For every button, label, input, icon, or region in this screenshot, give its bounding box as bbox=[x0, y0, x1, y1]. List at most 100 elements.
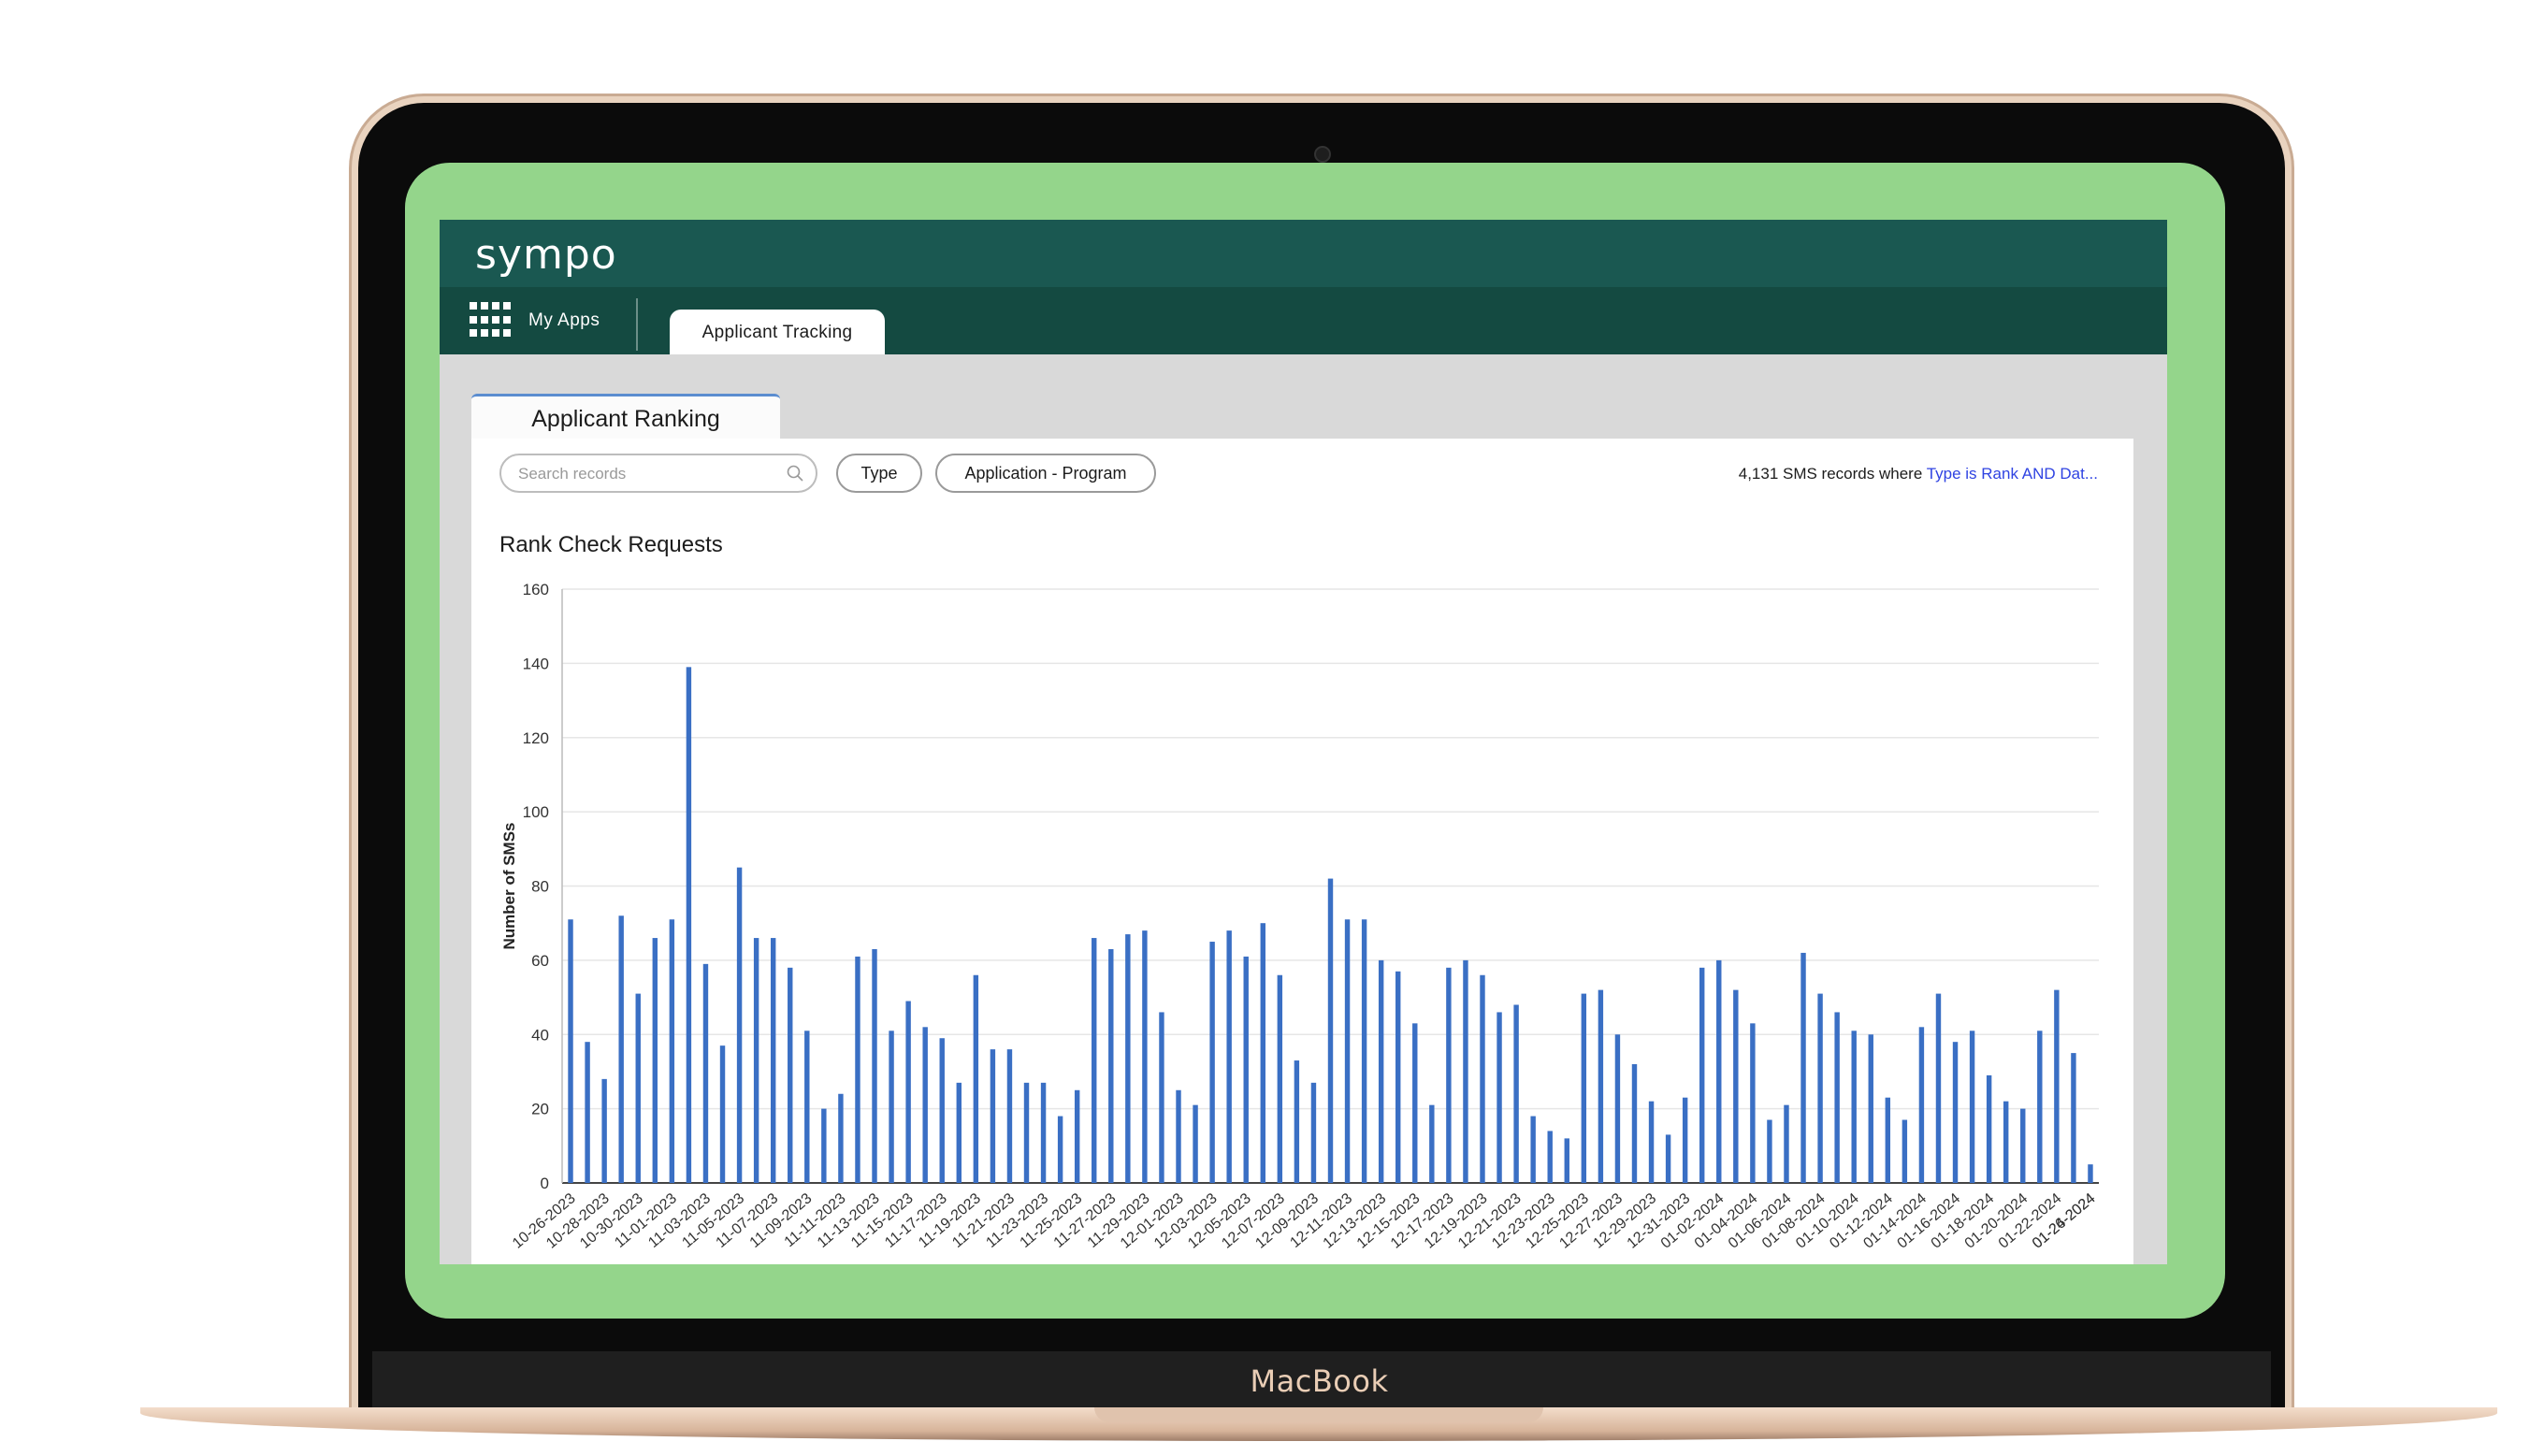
y-tick-label: 40 bbox=[531, 1026, 549, 1044]
report-panel: Type Application - Program 4,131 SMS rec… bbox=[471, 439, 2133, 1264]
bar bbox=[1733, 989, 1739, 1183]
bar bbox=[990, 1049, 996, 1183]
sympo-logo[interactable]: sympo bbox=[475, 231, 617, 279]
bar bbox=[838, 1093, 844, 1183]
bar bbox=[1378, 959, 1384, 1183]
nav-divider bbox=[636, 298, 638, 351]
bar bbox=[2071, 1053, 2076, 1183]
bar bbox=[905, 1001, 911, 1183]
bar bbox=[1935, 993, 1942, 1183]
y-tick-label: 60 bbox=[531, 952, 549, 970]
bar bbox=[1429, 1104, 1435, 1183]
bar bbox=[1902, 1119, 1908, 1183]
application-program-filter-chip[interactable]: Application - Program bbox=[935, 454, 1156, 493]
bar bbox=[1243, 956, 1249, 1183]
type-filter-chip[interactable]: Type bbox=[836, 454, 922, 493]
bar bbox=[1530, 1116, 1536, 1183]
tab-applicant-ranking[interactable]: Applicant Ranking bbox=[471, 394, 780, 441]
bar bbox=[956, 1082, 962, 1183]
y-tick-label: 160 bbox=[523, 581, 549, 598]
bar bbox=[1716, 959, 1722, 1183]
bar bbox=[1395, 971, 1401, 1183]
bar bbox=[1176, 1089, 1181, 1183]
bar bbox=[1226, 930, 1232, 1183]
bar bbox=[1581, 993, 1587, 1183]
bar bbox=[635, 993, 641, 1183]
bar bbox=[1480, 974, 1485, 1183]
bar bbox=[1310, 1082, 1317, 1183]
y-tick-label: 0 bbox=[541, 1175, 549, 1192]
app-window: sympo My Apps Applicant Tracking Applica… bbox=[440, 220, 2167, 1264]
bar bbox=[1344, 919, 1351, 1183]
bar bbox=[1277, 974, 1283, 1183]
bar bbox=[1800, 952, 1806, 1183]
bar bbox=[821, 1108, 827, 1183]
bar bbox=[652, 938, 658, 1183]
bar bbox=[1969, 1031, 1975, 1183]
bar bbox=[1412, 1023, 1418, 1183]
app-header: sympo bbox=[440, 220, 2167, 287]
bar bbox=[1092, 938, 1097, 1183]
search-icon[interactable] bbox=[786, 464, 804, 483]
y-tick-label: 20 bbox=[531, 1101, 549, 1118]
bar bbox=[2037, 1031, 2043, 1183]
bar bbox=[1108, 948, 1114, 1183]
y-axis-label: Number of SMSs bbox=[500, 822, 518, 949]
bar bbox=[1986, 1074, 1992, 1183]
apps-grid-icon[interactable] bbox=[470, 302, 511, 339]
bar bbox=[1193, 1104, 1198, 1183]
bar bbox=[1260, 923, 1265, 1183]
bar bbox=[1057, 1116, 1063, 1183]
bar bbox=[1868, 1034, 1873, 1183]
bar bbox=[618, 915, 624, 1183]
bar bbox=[2020, 1108, 2026, 1183]
bar bbox=[1463, 959, 1468, 1183]
bar bbox=[753, 938, 759, 1183]
search-input[interactable] bbox=[516, 464, 773, 484]
bar bbox=[1159, 1012, 1164, 1183]
y-tick-label: 140 bbox=[523, 655, 549, 672]
macbook-label: MacBook bbox=[1250, 1363, 1389, 1399]
bar bbox=[1952, 1042, 1959, 1183]
bar bbox=[1209, 942, 1215, 1183]
bar bbox=[2003, 1101, 2009, 1183]
rank-check-bar-chart: 020406080100120140160Number of SMSs10-26… bbox=[500, 581, 2099, 1252]
bar bbox=[568, 919, 573, 1183]
bar bbox=[1327, 878, 1334, 1183]
bar bbox=[1784, 1104, 1789, 1183]
bar bbox=[1513, 1004, 1519, 1183]
bar bbox=[1648, 1101, 1655, 1183]
bar bbox=[1918, 1027, 1925, 1183]
my-apps-link[interactable]: My Apps bbox=[528, 310, 600, 331]
search-box[interactable] bbox=[499, 454, 817, 493]
y-tick-label: 120 bbox=[523, 729, 549, 747]
bar bbox=[973, 974, 979, 1183]
y-tick-label: 100 bbox=[523, 803, 549, 821]
bar bbox=[1885, 1097, 1891, 1183]
bar bbox=[702, 963, 709, 1183]
bar bbox=[939, 1038, 945, 1183]
bar bbox=[1598, 989, 1604, 1183]
bar bbox=[1564, 1138, 1569, 1183]
tab-applicant-tracking[interactable]: Applicant Tracking bbox=[670, 310, 885, 354]
bar bbox=[1125, 934, 1131, 1183]
bar bbox=[1023, 1082, 1030, 1183]
bar bbox=[804, 1031, 810, 1183]
bar bbox=[1547, 1131, 1553, 1183]
bar bbox=[1497, 1012, 1502, 1183]
bar bbox=[1682, 1097, 1688, 1183]
bar bbox=[2054, 989, 2060, 1183]
bar bbox=[1834, 1012, 1840, 1183]
y-tick-label: 80 bbox=[531, 878, 549, 896]
records-filter-link[interactable]: Type is Rank AND Dat... bbox=[1927, 465, 2098, 483]
main-content: Applicant Ranking Type Application - Pro… bbox=[440, 354, 2167, 1264]
bar bbox=[1665, 1134, 1671, 1183]
bar bbox=[719, 1045, 726, 1183]
bar bbox=[1142, 930, 1148, 1183]
bar bbox=[1614, 1034, 1621, 1183]
records-summary: 4,131 SMS records where Type is Rank AND… bbox=[1739, 465, 2098, 483]
bar bbox=[889, 1031, 894, 1183]
bar bbox=[922, 1027, 928, 1183]
records-summary-text: 4,131 SMS records where bbox=[1738, 465, 1927, 483]
bar bbox=[2088, 1164, 2093, 1183]
